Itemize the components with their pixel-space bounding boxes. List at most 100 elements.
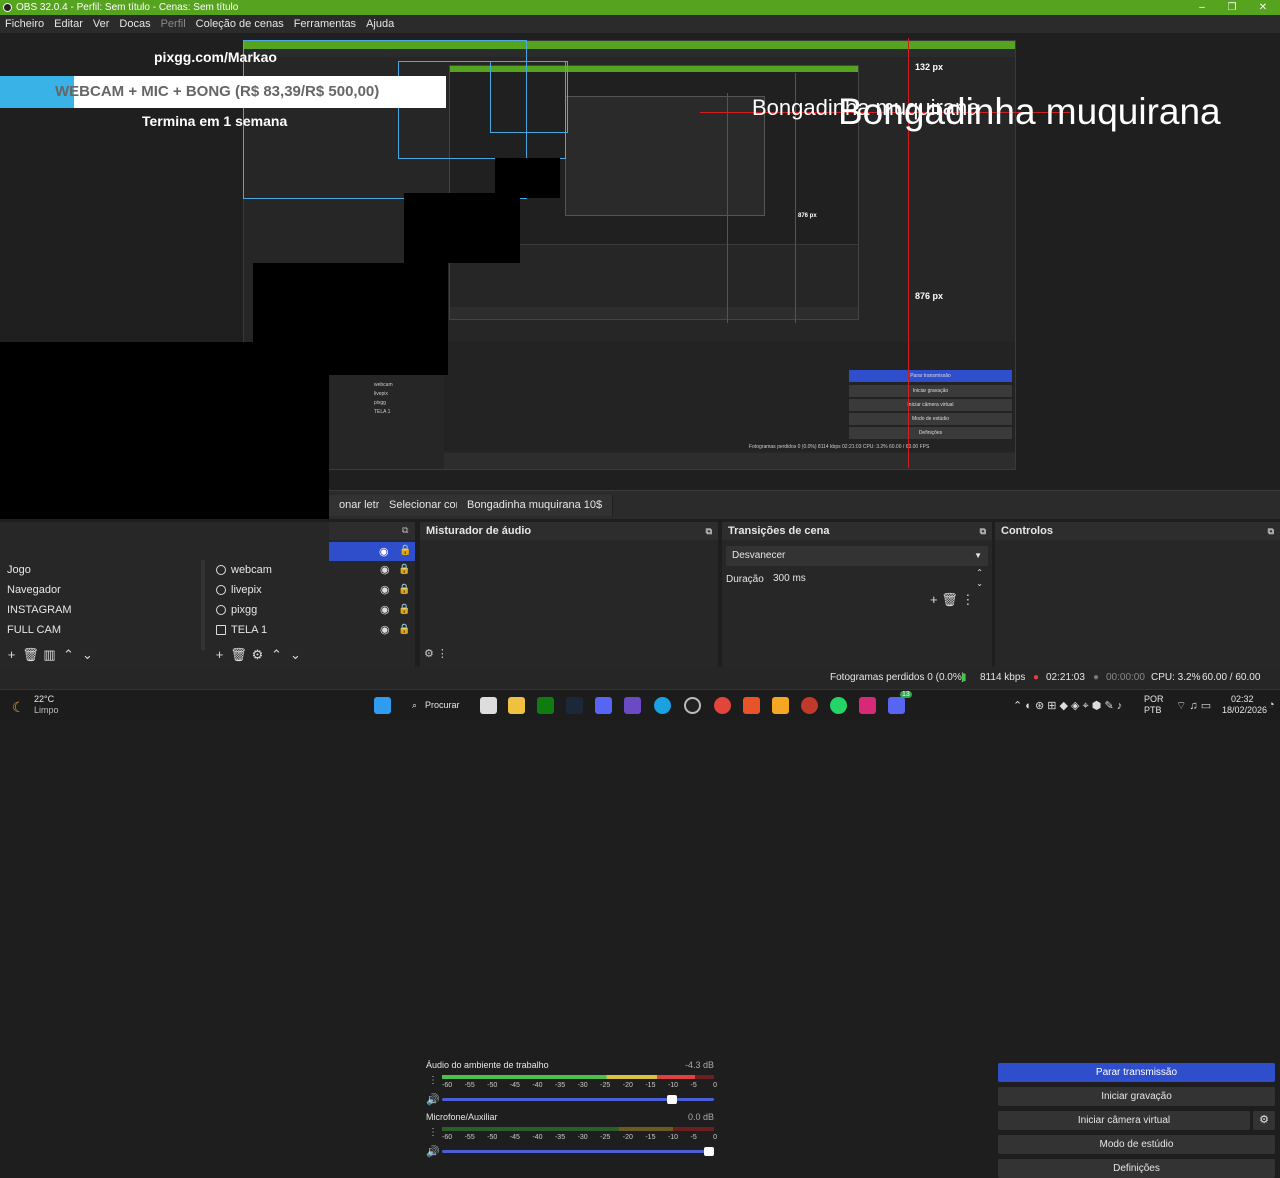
text-source-field[interactable]: Bongadinha muquirana 10$ (457, 495, 614, 516)
eye-icon[interactable]: ◉ (380, 580, 390, 600)
volume-knob[interactable] (667, 1095, 678, 1104)
remove-source-icon[interactable]: 🗑 (229, 645, 248, 665)
black-block-2 (495, 158, 560, 198)
dock-undock-icon[interactable]: ⧉ (402, 525, 408, 536)
source-properties-icon[interactable]: ⚙ (248, 645, 267, 665)
discord-3-icon[interactable] (888, 697, 905, 714)
guide-line-vertical-3 (727, 93, 728, 323)
record-app-icon[interactable] (801, 697, 818, 714)
dock-undock-icon[interactable]: ⧉ (706, 522, 712, 540)
volume-knob[interactable] (704, 1147, 714, 1156)
nested-status: Fotogramas perdidos 0 (0.0%) 8114 kbps 0… (749, 444, 930, 450)
source-item-livepix[interactable]: livepix ◉ 🔒 (210, 580, 415, 600)
task-view-icon[interactable] (480, 697, 497, 714)
move-up-icon[interactable]: ⌃ (267, 645, 286, 665)
transition-menu-icon[interactable]: ⋮ (961, 592, 974, 607)
transition-select[interactable]: Desvanecer ▼ (726, 546, 988, 566)
menu-ajuda[interactable]: Ajuda (361, 15, 399, 33)
steam-icon[interactable] (566, 697, 583, 714)
lock-icon[interactable]: 🔒 (398, 600, 410, 620)
chrome-icon[interactable] (714, 697, 731, 714)
clock-date[interactable]: 18/02/2026 (1222, 705, 1267, 715)
speaker-icon[interactable]: 🔊 (426, 1145, 440, 1158)
instagram-icon[interactable] (859, 697, 876, 714)
duration-input[interactable]: 300 ms ⌃ ⌄ (768, 567, 988, 589)
volume-slider[interactable] (442, 1095, 714, 1104)
move-down-icon[interactable]: ⌄ (78, 645, 97, 665)
add-transition-icon[interactable]: + (930, 592, 938, 607)
weather-temp[interactable]: 22°C (34, 694, 54, 704)
selected-source-row[interactable]: ◉ 🔒 (329, 542, 415, 561)
menu-editar[interactable]: Editar (49, 15, 88, 33)
eye-icon[interactable]: ◉ (379, 545, 389, 558)
language-1[interactable]: POR (1144, 694, 1164, 704)
scene-item-instagram[interactable]: INSTAGRAM (0, 600, 200, 620)
browser-icon (216, 605, 226, 615)
network-volume-icons[interactable]: ⌔ ♫ ▭ (1176, 699, 1211, 713)
xbox-icon[interactable] (537, 697, 554, 714)
notifications-icon[interactable]: ◔ (1268, 699, 1275, 711)
cloud-icon[interactable] (772, 697, 789, 714)
eye-icon[interactable]: ◉ (380, 560, 390, 580)
menu-colecao-cenas[interactable]: Coleção de cenas (191, 15, 289, 33)
settings-button[interactable]: Definições (998, 1159, 1275, 1178)
windows-start-icon[interactable] (374, 697, 391, 714)
meter-tick-label: -50 (487, 1082, 498, 1089)
move-up-icon[interactable]: ⌃ (59, 645, 78, 665)
scene-filters-icon[interactable]: ▥ (40, 645, 59, 665)
menu-ver[interactable]: Ver (88, 15, 115, 33)
menu-ficheiro[interactable]: Ficheiro (0, 15, 49, 33)
language-2[interactable]: PTB (1144, 705, 1162, 715)
edge-icon[interactable] (654, 697, 671, 714)
menu-perfil[interactable]: Perfil (156, 15, 191, 33)
add-scene-icon[interactable]: + (2, 645, 21, 665)
nested-taskbar (444, 453, 1015, 469)
weather-desc[interactable]: Limpo (34, 705, 59, 715)
discord-2-icon[interactable] (624, 697, 641, 714)
dock-undock-icon[interactable]: ⧉ (980, 522, 986, 540)
scene-item-navegador[interactable]: Navegador (0, 580, 200, 600)
studio-mode-button[interactable]: Modo de estúdio (998, 1135, 1275, 1154)
lock-icon[interactable]: 🔒 (398, 580, 410, 600)
dock-undock-icon[interactable]: ⧉ (1268, 522, 1274, 540)
minimize-button[interactable]: – (1187, 0, 1217, 15)
channel-db: -4.3 dB (684, 1060, 714, 1070)
docks-area: ⧉ ◉ 🔒 Jogo Navegador INSTAGRAM FULL CAM … (0, 519, 1280, 1178)
channel-menu-icon[interactable]: ⋮ (428, 1075, 438, 1086)
whatsapp-icon[interactable] (830, 697, 847, 714)
mixer-advanced-icon[interactable]: ⚙ ⋮ (424, 647, 448, 660)
start-virtual-camera-button[interactable]: Iniciar câmera virtual (998, 1111, 1250, 1130)
stop-stream-button[interactable]: Parar transmissão (998, 1063, 1275, 1082)
source-item-pixgg[interactable]: pixgg ◉ 🔒 (210, 600, 415, 620)
speaker-icon[interactable]: 🔊 (426, 1093, 440, 1106)
discord-icon[interactable] (595, 697, 612, 714)
eye-icon[interactable]: ◉ (380, 600, 390, 620)
lock-icon[interactable]: 🔒 (398, 620, 410, 640)
volume-slider[interactable] (442, 1147, 714, 1156)
obs-icon[interactable] (684, 697, 701, 714)
remove-transition-icon[interactable]: 🗑 (941, 592, 958, 607)
close-button[interactable]: ✕ (1248, 0, 1278, 15)
menu-docas[interactable]: Docas (114, 15, 155, 33)
source-item-tela1[interactable]: TELA 1 ◉ 🔒 (210, 620, 415, 640)
maximize-button[interactable]: ❐ (1217, 0, 1247, 15)
eye-icon[interactable]: ◉ (380, 620, 390, 640)
clock-time[interactable]: 02:32 (1231, 694, 1254, 704)
gear-icon[interactable]: ⚙ (1253, 1111, 1275, 1130)
move-down-icon[interactable]: ⌄ (286, 645, 305, 665)
remove-scene-icon[interactable]: 🗑 (21, 645, 40, 665)
source-item-webcam[interactable]: webcam ◉ 🔒 (210, 560, 415, 580)
tray-icons[interactable]: ⌃ ◐ ⊛ ⊞ ◆ ◈ ⌖ ⬢ ✎ ♪ (1013, 699, 1122, 713)
channel-menu-icon[interactable]: ⋮ (428, 1127, 438, 1138)
file-explorer-icon[interactable] (508, 697, 525, 714)
brave-icon[interactable] (743, 697, 760, 714)
scene-item-full-cam[interactable]: FULL CAM (0, 620, 200, 640)
add-source-icon[interactable]: + (210, 645, 229, 665)
lock-icon[interactable]: 🔒 (398, 560, 410, 580)
scene-item-jogo[interactable]: Jogo (0, 560, 200, 580)
lock-icon[interactable]: 🔒 (399, 545, 411, 556)
start-recording-button[interactable]: Iniciar gravação (998, 1087, 1275, 1106)
stepper-icon[interactable]: ⌃ ⌄ (976, 567, 983, 589)
taskbar-search[interactable]: ⌕ Procurar (407, 697, 467, 714)
menu-ferramentas[interactable]: Ferramentas (289, 15, 361, 33)
